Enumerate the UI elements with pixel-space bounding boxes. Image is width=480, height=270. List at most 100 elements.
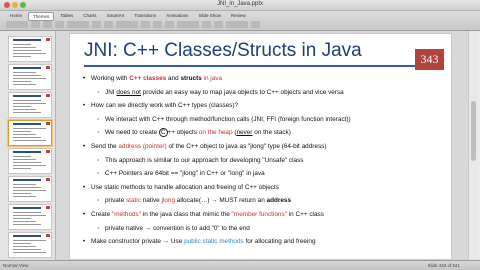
ribbon-button[interactable] xyxy=(67,21,89,28)
ribbon-button[interactable] xyxy=(202,21,211,28)
thumbnail-text-line xyxy=(13,53,46,54)
bullet-line: • Create "methods" in the java class that… xyxy=(83,211,324,218)
thumbnail-text-line xyxy=(13,109,36,110)
bullet-line: • How can we directly work with C++ types… xyxy=(83,102,238,109)
bullet-icon: • xyxy=(83,238,86,246)
slide[interactable]: JNI: C++ Classes/Structs in Java 343 • Wo… xyxy=(69,33,452,260)
thumbnail-text-line xyxy=(13,159,36,160)
slide-thumbnail[interactable] xyxy=(8,120,52,146)
slide-editor: JNI: C++ Classes/Structs in Java 343 • Wo… xyxy=(56,31,468,260)
slide-title: JNI: C++ Classes/Structs in Java xyxy=(84,40,362,61)
thumbnail-badge xyxy=(46,178,50,181)
thumbnail-badge xyxy=(46,206,50,209)
text-run: and xyxy=(166,75,181,82)
ribbon-button[interactable] xyxy=(165,21,174,28)
text-run: provide an easy way to map java objects … xyxy=(140,88,344,96)
text-run: jlong xyxy=(161,197,176,205)
window-title: JNI_in_Java.pptx xyxy=(216,1,264,7)
thumbnail-text-line xyxy=(13,84,36,85)
thumbnail-text-line xyxy=(13,44,31,45)
slide-thumbnail[interactable] xyxy=(8,204,52,230)
sub-bullet-line: ◦ JNI does not provide an easy way to map… xyxy=(97,89,344,96)
bullet-line: • Make constructor private → Use public s… xyxy=(83,238,316,245)
thumbnail-text-line xyxy=(13,47,36,48)
text-run: Working with xyxy=(91,75,130,82)
slide-thumbnail[interactable] xyxy=(8,232,52,258)
vertical-scrollbar[interactable] xyxy=(468,31,479,260)
thumbnail-text-line xyxy=(13,165,46,166)
ribbon-button[interactable] xyxy=(177,21,199,28)
bullet-text: Create "methods" in the java class that … xyxy=(91,211,324,218)
text-run: private xyxy=(105,197,126,205)
text-run: Send the xyxy=(91,143,119,150)
thumbnail-text-line xyxy=(13,246,36,247)
thumbnail-title-bar xyxy=(13,67,41,69)
text-run: static xyxy=(125,197,141,205)
text-run: public static methods xyxy=(184,238,244,246)
bullet-icon: ◦ xyxy=(97,115,100,123)
ribbon-button[interactable] xyxy=(116,21,138,28)
thumbnail-text-line xyxy=(13,196,36,197)
bullet-text: Working with C++ classes and structs in … xyxy=(91,75,222,82)
thumbnail-title-bar xyxy=(13,39,41,41)
slide-thumbnail[interactable] xyxy=(8,36,52,62)
slide-thumbnail[interactable] xyxy=(8,176,52,202)
sub-bullet-line: ◦ private native → convention is to add "… xyxy=(97,225,250,232)
bullet-icon: ◦ xyxy=(97,129,100,137)
ribbon-button[interactable] xyxy=(31,21,40,28)
thumbnail-title-bar xyxy=(13,123,41,125)
text-run: Make constructor private → Use xyxy=(91,238,185,246)
thumbnail-text-line xyxy=(13,78,46,79)
text-run: does not xyxy=(116,88,141,96)
thumbnail-text-line xyxy=(13,193,31,194)
text-run: on the stack) xyxy=(252,129,291,137)
bullet-text: private static native jlong allocate(…) … xyxy=(105,197,291,204)
thumbnail-title-bar xyxy=(13,207,41,209)
bullet-icon: ◦ xyxy=(97,156,100,164)
text-run: in C++ class xyxy=(286,211,324,218)
thumbnail-text-line xyxy=(13,190,46,191)
bullet-icon: • xyxy=(83,102,86,110)
thumbnail-text-line xyxy=(13,168,31,169)
sub-bullet-line: ◦ This approach is similar to our approac… xyxy=(97,157,303,164)
ribbon-button[interactable] xyxy=(214,21,223,28)
ribbon-button[interactable] xyxy=(153,21,162,28)
bullet-text: Make constructor private → Use public st… xyxy=(91,238,316,245)
ribbon-button[interactable] xyxy=(92,21,101,28)
ribbon-button[interactable] xyxy=(104,21,113,28)
status-bar: Normal View Slide 343 of 521 xyxy=(0,260,480,270)
slide-counter: Slide 343 of 521 xyxy=(427,263,460,268)
ribbon-button[interactable] xyxy=(141,21,150,28)
ribbon-button[interactable] xyxy=(6,21,28,28)
slide-thumbnail[interactable] xyxy=(8,148,52,174)
bullet-icon: ◦ xyxy=(97,88,100,96)
title-underline xyxy=(84,65,416,67)
text-run: address xyxy=(266,197,292,205)
ribbon-button[interactable] xyxy=(251,21,260,28)
thumbnail-badge xyxy=(46,122,50,125)
thumbnail-title-bar xyxy=(13,95,41,97)
scrollbar-thumb[interactable] xyxy=(471,101,476,161)
bullet-line: • Use static methods to handle allocation… xyxy=(83,184,279,191)
thumbnail-text-line xyxy=(13,56,31,57)
slide-thumbnail[interactable] xyxy=(8,64,52,90)
slide-number-badge: 343 xyxy=(415,49,444,70)
thumbnail-text-line xyxy=(13,75,41,76)
bullet-text: JNI does not provide an easy way to map … xyxy=(105,89,344,96)
ribbon-button[interactable] xyxy=(226,21,248,28)
bullet-icon: ◦ xyxy=(97,197,100,205)
text-run: in java xyxy=(201,75,222,82)
thumbnail-text-line xyxy=(13,112,41,113)
ribbon-button[interactable] xyxy=(43,21,52,28)
thumbnail-text-line xyxy=(13,221,36,222)
thumbnail-text-line xyxy=(13,128,46,129)
slide-thumbnail[interactable] xyxy=(8,92,52,118)
text-run: "methods" xyxy=(111,211,142,218)
slide-thumbnails-panel[interactable] xyxy=(0,31,56,260)
text-run: in the java class that mimic the xyxy=(141,211,232,218)
thumbnail-text-line xyxy=(13,81,31,82)
ribbon-button[interactable] xyxy=(55,21,64,28)
text-run: We interact with C++ through method/func… xyxy=(105,115,351,123)
text-run: This approach is similar to our approach… xyxy=(105,156,304,164)
bullet-icon: • xyxy=(83,143,86,150)
